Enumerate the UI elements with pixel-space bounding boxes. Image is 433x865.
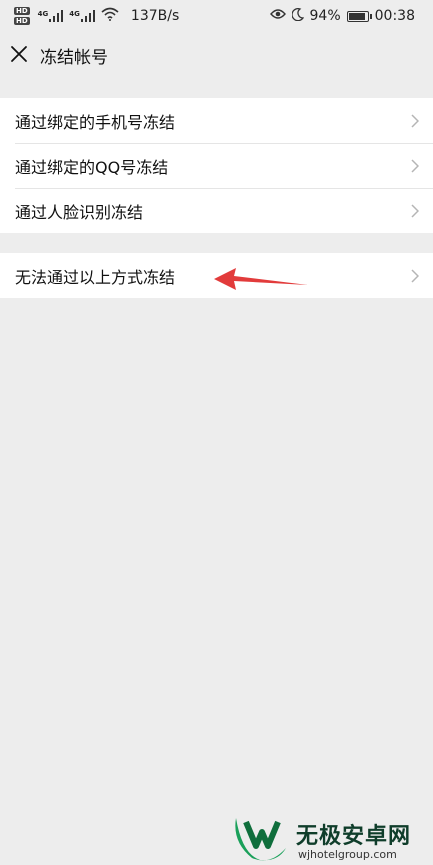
network-tag: 4G <box>69 10 80 18</box>
nav-header: 冻结帐号 <box>0 30 433 78</box>
watermark: 无极安卓网 wjhotelgroup.com <box>230 812 430 864</box>
wifi-icon <box>101 7 119 25</box>
hd-badges: HD HD <box>14 7 30 25</box>
option-label: 无法通过以上方式冻结 <box>15 268 176 287</box>
chevron-right-icon <box>411 203 420 218</box>
option-label: 通过绑定的QQ号冻结 <box>15 158 169 177</box>
option-label: 通过绑定的手机号冻结 <box>15 113 176 132</box>
hd-badge: HD <box>14 17 30 25</box>
freeze-options-list: 通过绑定的手机号冻结 通过绑定的QQ号冻结 通过人脸识别冻结 <box>0 98 433 233</box>
signal-icon: 4G <box>38 10 64 22</box>
chevron-right-icon <box>411 158 420 173</box>
chevron-right-icon <box>411 113 420 128</box>
status-left: HD HD 4G 4G 137B/s <box>14 6 179 26</box>
status-bar: HD HD 4G 4G 137B/s 94% 00:38 <box>0 0 433 30</box>
option-phone-freeze[interactable]: 通过绑定的手机号冻结 <box>0 98 433 143</box>
signal-icon: 4G <box>69 10 95 22</box>
network-speed: 137B/s <box>130 8 180 24</box>
battery-fill <box>348 12 365 20</box>
moon-icon <box>290 7 304 25</box>
chevron-right-icon <box>411 268 420 283</box>
status-right: 94% 00:38 <box>269 6 415 26</box>
option-qq-freeze[interactable]: 通过绑定的QQ号冻结 <box>0 143 433 188</box>
annotation-arrow-icon <box>214 268 308 290</box>
hd-badge: HD <box>14 7 30 15</box>
option-face-freeze[interactable]: 通过人脸识别冻结 <box>0 188 433 233</box>
battery-percent: 94% <box>309 8 341 24</box>
watermark-title: 无极安卓网 <box>296 824 412 849</box>
watermark-logo-icon <box>235 818 286 861</box>
battery-icon <box>346 10 372 22</box>
page-title: 冻结帐号 <box>40 48 108 68</box>
close-icon[interactable] <box>10 45 28 63</box>
eye-icon <box>269 8 286 24</box>
clock: 00:38 <box>374 8 415 24</box>
watermark-url: wjhotelgroup.com <box>298 848 397 861</box>
option-label: 通过人脸识别冻结 <box>15 203 144 222</box>
network-tag: 4G <box>37 10 49 18</box>
